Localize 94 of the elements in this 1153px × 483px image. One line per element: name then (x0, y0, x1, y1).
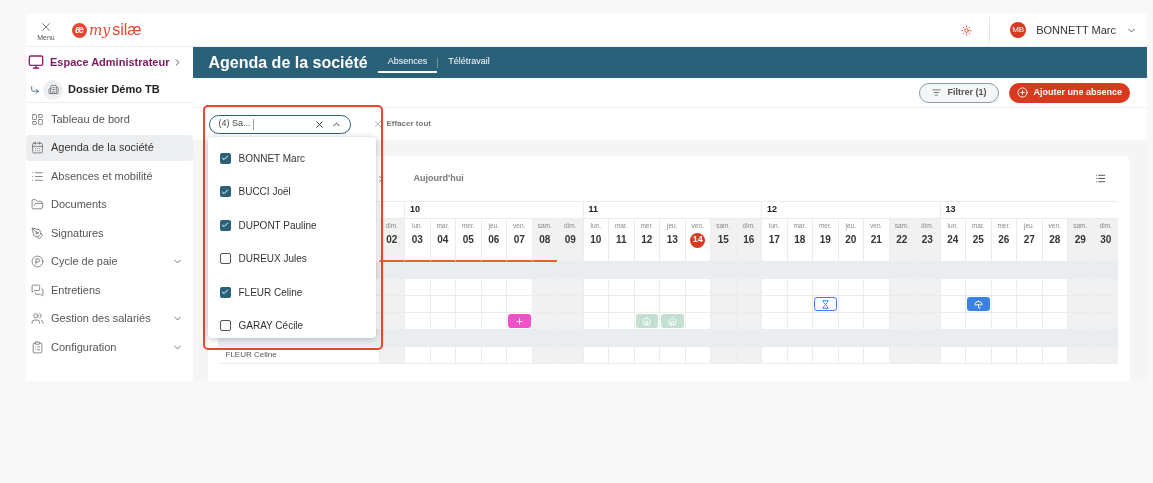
day-number: 08 (539, 234, 551, 245)
sidebar-item[interactable]: Absences et mobilité (26, 163, 193, 189)
grid-cell (531, 296, 557, 313)
sidebar-item[interactable]: Gestion des salariés (26, 305, 193, 332)
day-number: 04 (437, 234, 449, 245)
day-number: 22 (896, 234, 908, 245)
sidebar-item[interactable]: Tableau de bord (26, 106, 193, 132)
tab[interactable]: Télétravail (438, 53, 500, 73)
day-number: 10 (590, 234, 602, 245)
sidebar-item[interactable]: Signatures (26, 220, 193, 246)
employee-option[interactable]: DUREUX Jules (207, 247, 376, 270)
employee-option[interactable]: FLEUR Celine (207, 281, 376, 304)
day-number: 24 (947, 234, 959, 245)
day-number: 19 (819, 234, 831, 245)
pen-icon (31, 226, 44, 240)
monitor-icon (28, 54, 44, 70)
umbrella-icon (973, 299, 983, 309)
sidebar-item[interactable]: Entretiens (26, 277, 193, 303)
clear-all-button[interactable]: Effacer tout (372, 118, 431, 130)
employee-option[interactable]: BONNET Marc (207, 147, 376, 169)
day-number: 09 (564, 234, 576, 245)
day-number: 23 (921, 234, 933, 245)
tab[interactable]: Absences (377, 53, 438, 73)
checkbox[interactable] (219, 286, 231, 298)
day-number: 25 (972, 234, 984, 245)
add-absence-button[interactable]: Ajouter une absence (1009, 82, 1130, 103)
list-icon (31, 169, 44, 183)
admin-space-link[interactable]: Espace Administrateur (50, 53, 170, 71)
day-number: 20 (845, 234, 857, 245)
day-number: 21 (870, 234, 882, 245)
logo: æ mysilæ (72, 22, 142, 38)
employee-option[interactable]: GARAY Cécile (207, 314, 376, 337)
day-number: 30 (1100, 234, 1112, 245)
day-number: 11 (615, 234, 627, 245)
plus-circle-icon (1017, 87, 1029, 98)
week-number: 12 (767, 203, 777, 217)
user-avatar[interactable]: MB (1010, 22, 1027, 38)
day-number: 26 (998, 234, 1010, 245)
page-title: Agenda de la société (208, 52, 368, 73)
day-number: 06 (488, 234, 500, 245)
users-icon (31, 312, 44, 325)
folder-icon (31, 198, 44, 211)
calendar-icon (31, 141, 44, 154)
checkbox[interactable] (219, 152, 231, 164)
sidebar-item[interactable]: Agenda de la société (26, 134, 193, 161)
p-circle-icon (31, 255, 44, 268)
plus-icon (514, 316, 524, 326)
hourglass-icon (820, 299, 830, 309)
dossier-name[interactable]: Dossier Démo TB (68, 81, 160, 98)
week-number: 11 (588, 203, 598, 217)
day-number: 05 (462, 234, 474, 245)
day-number: 12 (641, 234, 653, 245)
day-number: 02 (386, 234, 398, 245)
sidebar-item[interactable]: Documents (26, 191, 193, 218)
close-icon (372, 119, 383, 129)
employee-option[interactable]: BUCCI Joël (207, 180, 376, 203)
day-number: 17 (768, 234, 780, 245)
day-number: 07 (513, 234, 525, 245)
grid-cell (378, 296, 404, 313)
sidebar-item[interactable]: Cycle de paie (26, 248, 193, 275)
today-button[interactable]: Aujourd'hui (413, 171, 464, 186)
day-number: 27 (1023, 234, 1035, 245)
day-number: 16 (743, 234, 755, 245)
user-name[interactable]: BONNETT Marc (1036, 21, 1116, 39)
employee-option[interactable]: DUPONT Pauline (207, 214, 376, 237)
day-number: 18 (794, 234, 806, 245)
clipboard-icon (31, 340, 44, 354)
filter-button[interactable]: Filtrer (1) (919, 82, 1000, 103)
week-number: 13 (945, 203, 956, 217)
checkbox[interactable] (219, 253, 231, 265)
house-icon (667, 316, 677, 326)
list-view-icon[interactable] (1095, 173, 1106, 184)
house-icon (642, 316, 652, 326)
filter-icon (932, 88, 942, 97)
day-number: 03 (411, 234, 423, 245)
day-number: 15 (717, 234, 729, 245)
day-number: 28 (1049, 234, 1061, 245)
arrow-icon (30, 84, 40, 95)
dashboard-icon (31, 112, 44, 126)
employee-name: FLEUR Celine (225, 349, 277, 361)
chat-icon (31, 283, 44, 297)
sun-icon[interactable] (961, 24, 973, 36)
grid-cell (990, 279, 1016, 296)
checkbox[interactable] (219, 186, 231, 198)
checkbox[interactable] (219, 219, 231, 231)
today-date: 14 (690, 232, 706, 248)
building-icon (43, 79, 63, 100)
day-number: 13 (666, 234, 678, 245)
day-number: 29 (1074, 234, 1086, 245)
clear-icon[interactable] (313, 118, 325, 130)
sidebar-item[interactable]: Configuration (26, 334, 193, 360)
checkbox[interactable] (219, 320, 231, 332)
week-number: 10 (410, 203, 420, 217)
grid-cell (837, 279, 863, 296)
